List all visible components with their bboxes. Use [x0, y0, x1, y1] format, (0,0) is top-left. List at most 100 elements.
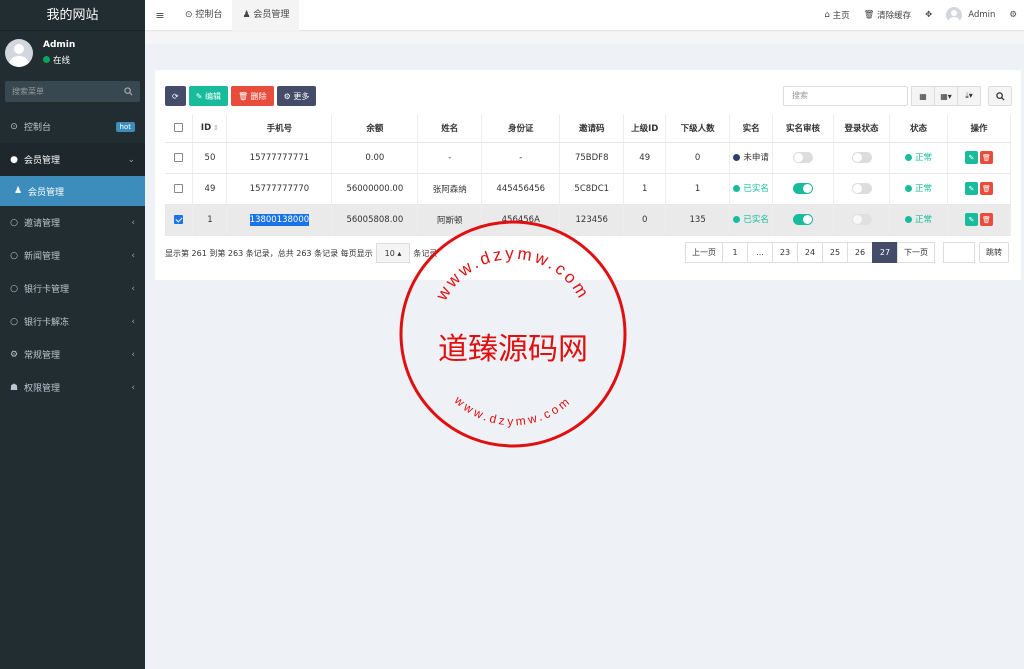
delete-row-button[interactable]: 🗑	[979, 151, 993, 164]
row-checkbox[interactable]	[165, 173, 194, 205]
sidebar-item-permission[interactable]: ☗ 权限管理 ‹	[0, 371, 145, 404]
edit-row-button[interactable]: ✎	[964, 213, 978, 226]
columns-button[interactable]: ▦▾	[934, 86, 958, 106]
page-button[interactable]: 26	[847, 242, 873, 263]
clear-cache-button[interactable]: 🗑 清除缓存	[857, 9, 919, 21]
sidebar-item-news[interactable]: ○ 新闻管理 ‹	[0, 239, 145, 272]
toggle-view-button[interactable]: ▦	[911, 86, 935, 106]
delete-row-button[interactable]: 🗑	[979, 182, 993, 195]
page-button[interactable]: 1	[722, 242, 748, 263]
cogs-icon: ⚙	[1009, 10, 1017, 20]
avatar	[5, 38, 33, 67]
next-page-button[interactable]: 下一页	[897, 242, 935, 263]
audit-toggle[interactable]	[793, 152, 814, 163]
table-row[interactable]: 49 15777777770 56000000.00 张阿森纳 44545645…	[165, 173, 1012, 205]
chevron-left-icon: ‹	[131, 382, 135, 393]
select-all-checkbox[interactable]	[165, 114, 194, 143]
table-icon: ▦	[919, 91, 927, 101]
chevron-down-icon: ⌄	[127, 154, 135, 165]
selected-phone-text: 13800138000	[249, 213, 310, 226]
user-icon: ♟	[242, 9, 251, 20]
chevron-left-icon: ‹	[131, 316, 135, 327]
trash-icon: 🗑	[863, 10, 878, 20]
table-toolbar: ⟳ ✎ 编辑 🗑 删除 ⚙ 更多	[165, 86, 319, 106]
prev-page-button[interactable]: 上一页	[685, 242, 723, 263]
sidebar-item-bankcard[interactable]: ○ 银行卡管理 ‹	[0, 272, 145, 305]
edit-row-button[interactable]: ✎	[964, 151, 978, 164]
sidebar-item-dashboard[interactable]: ⊙ 控制台 hot	[0, 110, 145, 143]
realname-status: 已实名	[733, 182, 769, 194]
refresh-icon: ⟳	[172, 91, 179, 101]
table-row[interactable]: 50 15777777771 0.00 - - 75BDF8 49 0 未申请 …	[165, 142, 1012, 174]
login-toggle[interactable]	[851, 183, 872, 194]
status-dot-icon	[733, 184, 741, 192]
online-dot-icon	[43, 56, 50, 63]
sidebar-menu: ⊙ 控制台 hot ● 会员管理 ⌄ ♟ 会员管理 ○ 邀请管理 ‹ ○ 新闻管…	[0, 110, 145, 404]
login-toggle[interactable]	[851, 152, 872, 163]
export-button[interactable]: ⤓▾	[957, 86, 981, 106]
menu-search-input[interactable]: 搜索菜单	[5, 81, 140, 102]
audit-toggle[interactable]	[793, 183, 814, 194]
trash-icon: 🗑	[237, 91, 249, 101]
tab-dashboard[interactable]: ⊙ 控制台	[175, 0, 232, 31]
circle-icon: ○	[10, 283, 18, 294]
fullscreen-button[interactable]: ✥	[918, 10, 939, 20]
row-checkbox[interactable]	[165, 142, 194, 174]
settings-button[interactable]: ⚙	[1002, 10, 1024, 20]
member-table: ID ⇕ 手机号 余额 姓名 身份证 邀请码 上级ID 下级人数 实名 实名审核 …	[165, 114, 1012, 236]
jump-page-input[interactable]	[943, 242, 975, 263]
row-checkbox[interactable]	[165, 204, 194, 236]
user-panel: Admin 在线	[0, 31, 145, 74]
page-button-active[interactable]: 27	[872, 242, 898, 263]
column-header[interactable]: ID ⇕	[192, 114, 228, 143]
pencil-icon: ✎	[195, 91, 203, 101]
realname-status: 未申请	[733, 151, 769, 163]
sidebar-item-member-group[interactable]: ● 会员管理 ⌄	[0, 143, 145, 176]
sort-icon: ⇕	[213, 123, 219, 132]
page-button[interactable]: 25	[822, 242, 848, 263]
tab-member-manage[interactable]: ♟ 会员管理	[232, 0, 300, 31]
menu-toggle-icon[interactable]: ≡	[145, 9, 175, 22]
search-icon	[124, 87, 133, 96]
column-header: 手机号	[226, 114, 333, 143]
pagination-info: 显示第 261 到第 263 条记录，总共 263 条记录 每页显示 10 ▴ …	[165, 243, 437, 263]
avatar	[946, 7, 963, 23]
site-logo[interactable]: 我的网站	[0, 0, 145, 31]
sidebar-item-general[interactable]: ⚙ 常规管理 ‹	[0, 338, 145, 371]
jump-button[interactable]: 跳转	[979, 242, 1009, 263]
delete-row-button[interactable]: 🗑	[979, 213, 993, 226]
sidebar-item-bankcard-unfreeze[interactable]: ○ 银行卡解冻 ‹	[0, 305, 145, 338]
tab-strip-background	[145, 32, 1024, 44]
member-panel: ⟳ ✎ 编辑 🗑 删除 ⚙ 更多 搜索 ▦ ▦▾ ⤓▾ ID ⇕ 手机号 余额 姓…	[155, 70, 1021, 280]
more-button[interactable]: ⚙ 更多	[276, 86, 317, 106]
dashboard-icon: ⊙	[185, 9, 193, 20]
sidebar-item-invite[interactable]: ○ 邀请管理 ‹	[0, 206, 145, 239]
page-button[interactable]: 23	[772, 242, 798, 263]
user-name: Admin	[43, 39, 76, 50]
circle-icon: ○	[10, 250, 18, 261]
page-size-select[interactable]: 10 ▴	[375, 243, 411, 263]
home-icon: ⌂	[824, 10, 833, 20]
circle-icon: ○	[10, 217, 18, 228]
chevron-left-icon: ‹	[131, 250, 135, 261]
column-header: 登录状态	[833, 114, 890, 143]
table-row[interactable]: 1 13800138000 56005808.00 阿斯顿 456456A 12…	[165, 204, 1012, 236]
login-toggle[interactable]	[851, 214, 872, 225]
page-button[interactable]: 24	[797, 242, 823, 263]
realname-status: 已实名	[733, 213, 769, 225]
column-header: 实名	[729, 114, 774, 143]
delete-button[interactable]: 🗑 删除	[230, 86, 274, 106]
status-dot-icon	[733, 153, 741, 161]
sidebar-item-member-manage[interactable]: ♟ 会员管理	[0, 176, 145, 206]
chevron-left-icon: ‹	[131, 349, 135, 360]
advanced-search-button[interactable]	[988, 86, 1012, 106]
refresh-button[interactable]: ⟳	[165, 86, 186, 106]
admin-menu[interactable]: Admin	[939, 7, 1002, 23]
table-search-input[interactable]: 搜索	[783, 86, 908, 106]
audit-toggle[interactable]	[793, 214, 814, 225]
home-link[interactable]: ⌂ 主页	[818, 9, 857, 21]
edit-button[interactable]: ✎ 编辑	[188, 86, 228, 106]
column-header: 邀请码	[559, 114, 625, 143]
edit-row-button[interactable]: ✎	[964, 182, 978, 195]
status-badge: 正常	[904, 151, 932, 163]
